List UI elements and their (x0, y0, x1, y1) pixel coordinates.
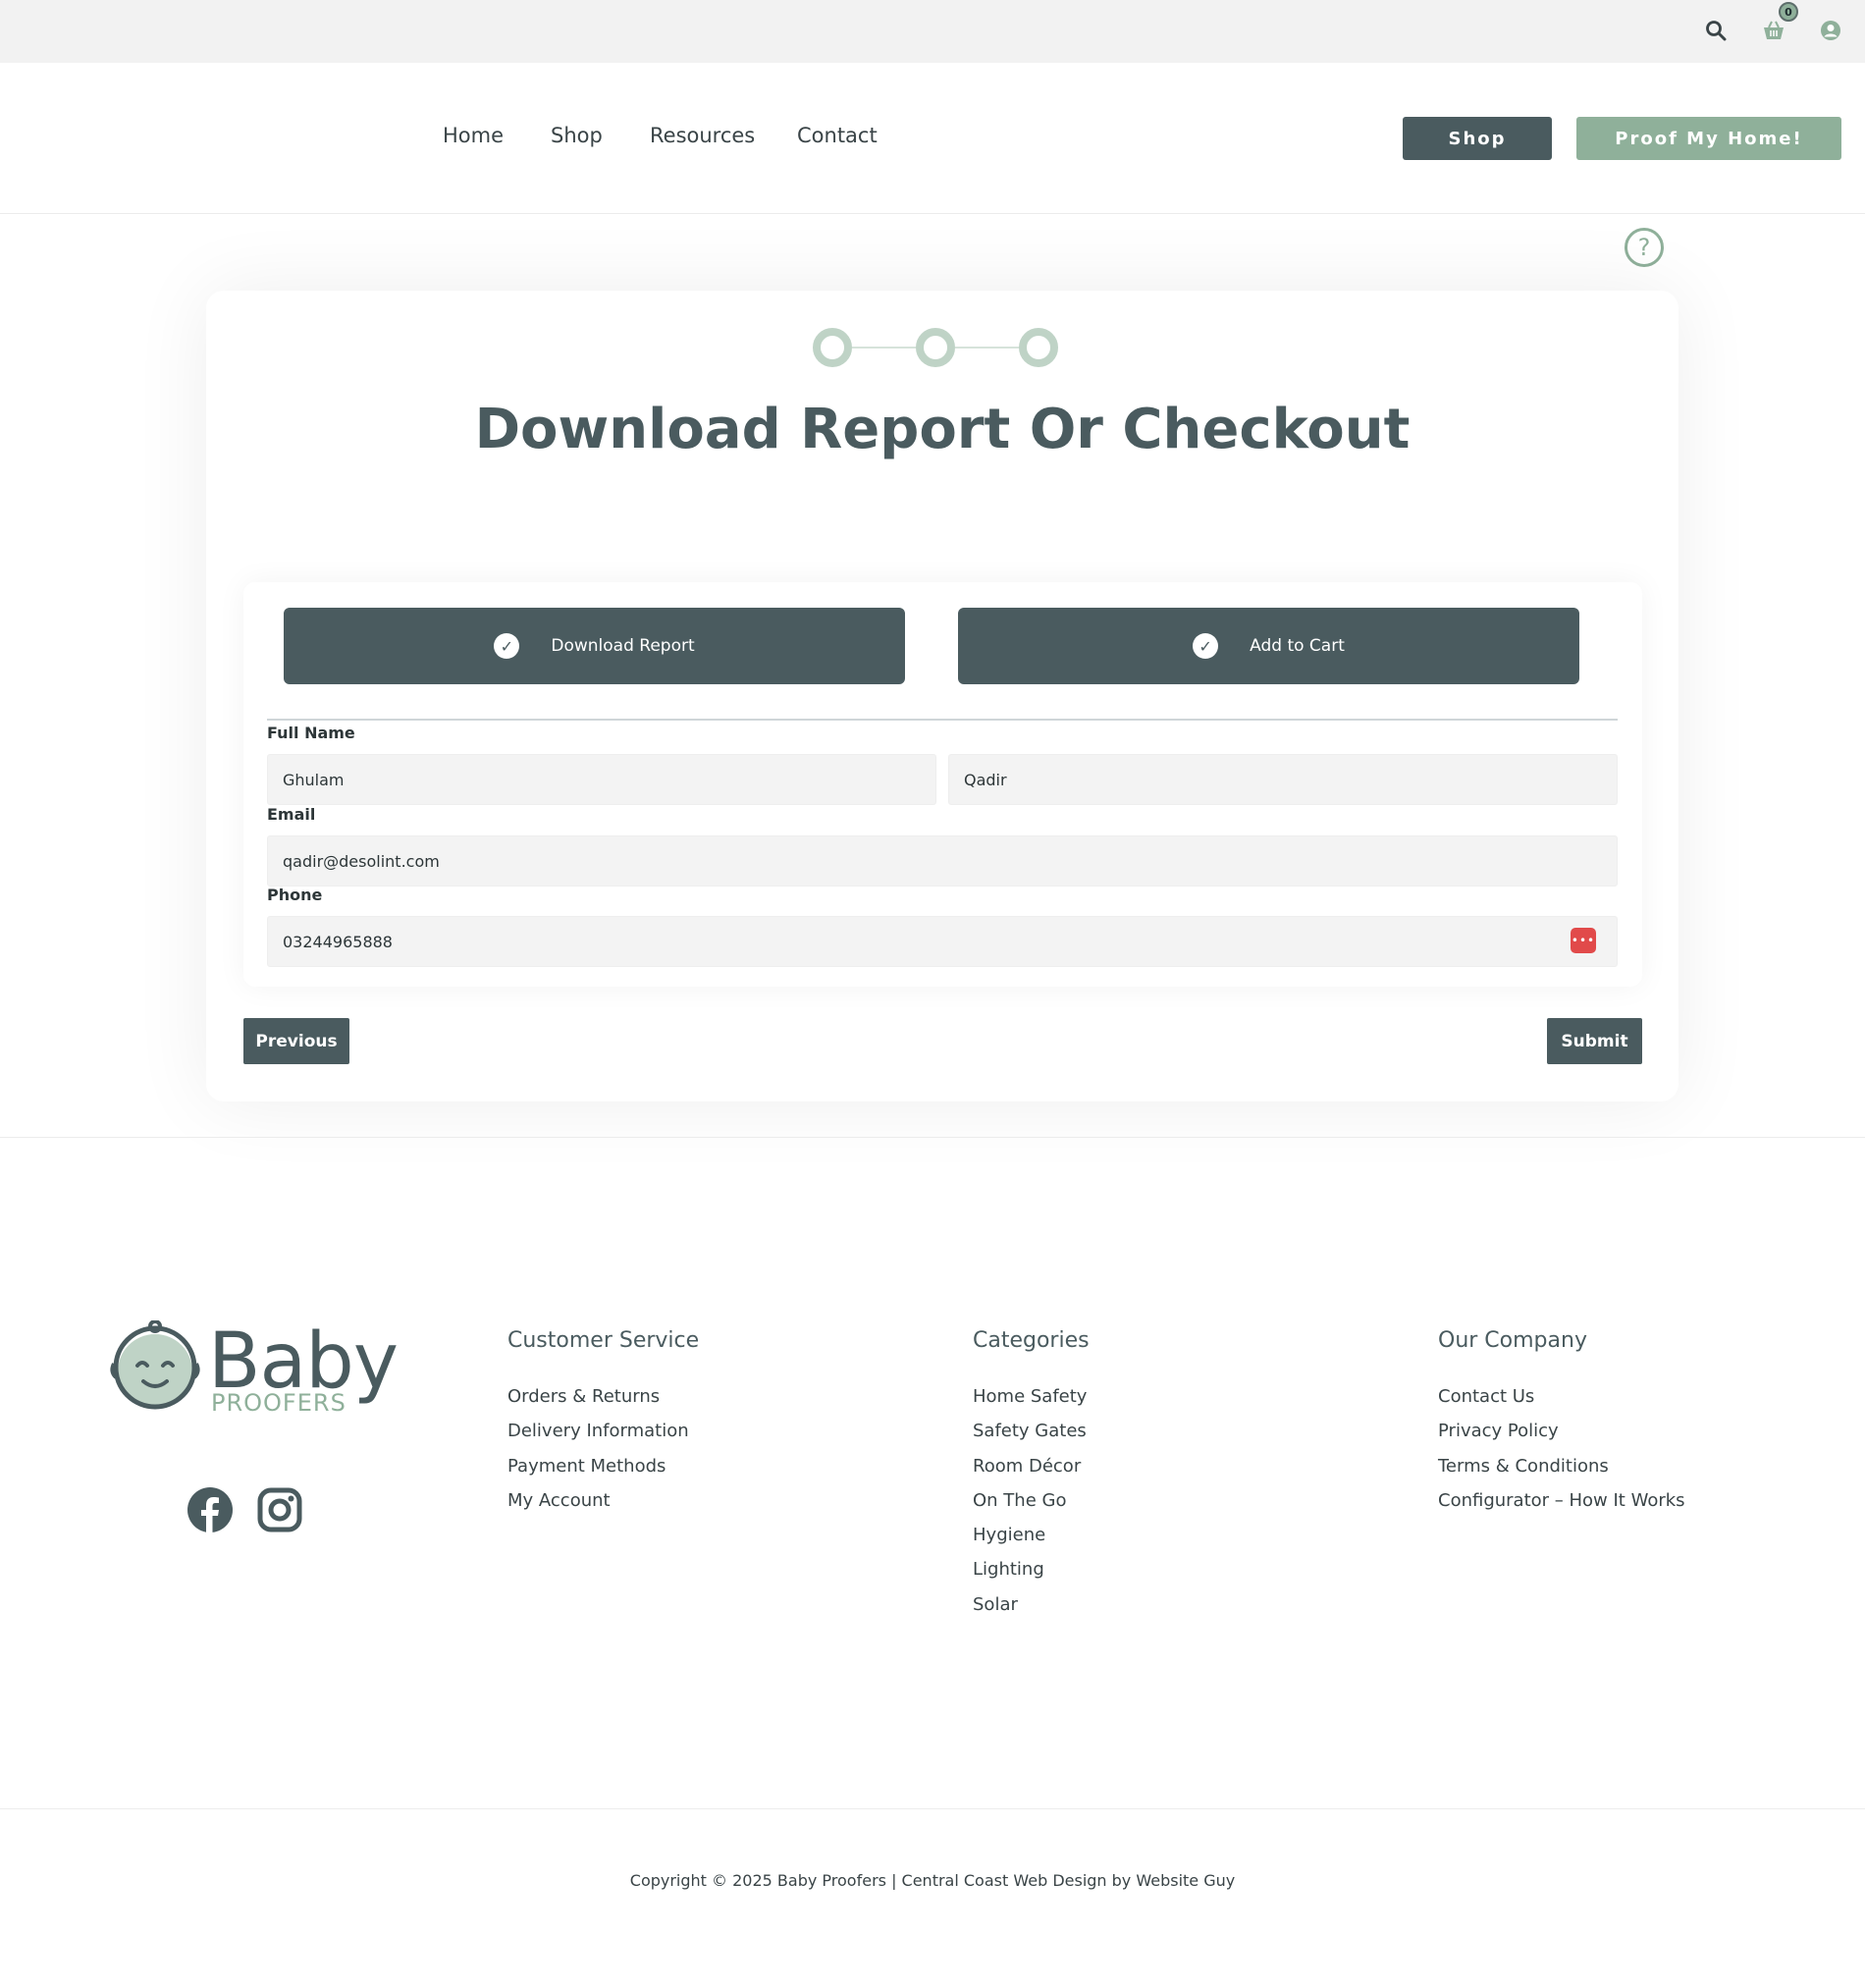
cart-count-badge: 0 (1779, 2, 1798, 22)
step-connector (852, 347, 916, 349)
footer-link[interactable]: Payment Methods (507, 1456, 689, 1490)
download-report-label: Download Report (551, 636, 695, 656)
download-report-option[interactable]: ✓ Download Report (284, 608, 905, 684)
footer-customer-service-title: Customer Service (507, 1328, 700, 1353)
nav-shop[interactable]: Shop (551, 124, 603, 147)
check-icon: ✓ (494, 633, 520, 659)
add-to-cart-label: Add to Cart (1250, 636, 1345, 656)
full-name-label: Full Name (267, 724, 355, 742)
user-icon[interactable] (1818, 18, 1843, 43)
footer-link[interactable]: Terms & Conditions (1438, 1456, 1685, 1490)
cart-icon[interactable] (1761, 18, 1786, 43)
submit-button[interactable]: Submit (1547, 1018, 1642, 1064)
help-icon[interactable]: ? (1625, 228, 1664, 267)
content-divider (0, 1137, 1865, 1138)
check-icon: ✓ (1193, 633, 1219, 659)
footer-link[interactable]: On The Go (973, 1490, 1087, 1525)
proof-my-home-button[interactable]: Proof My Home! (1576, 117, 1841, 160)
footer-link[interactable]: Privacy Policy (1438, 1421, 1685, 1455)
password-manager-icon[interactable]: ••• (1571, 928, 1596, 953)
step-connector (955, 347, 1019, 349)
footer-customer-service-list: Orders & Returns Delivery Information Pa… (507, 1386, 689, 1525)
nav-resources[interactable]: Resources (650, 124, 755, 147)
nav-contact[interactable]: Contact (797, 124, 878, 147)
form-divider (267, 719, 1618, 721)
footer-link[interactable]: Configurator – How It Works (1438, 1490, 1685, 1525)
footer-link[interactable]: My Account (507, 1490, 689, 1525)
email-label: Email (267, 805, 316, 824)
top-utility-bar: 0 (0, 0, 1865, 63)
footer-link[interactable]: Delivery Information (507, 1421, 689, 1455)
baby-face-icon (110, 1319, 200, 1410)
footer-link[interactable]: Home Safety (973, 1386, 1087, 1421)
instagram-icon[interactable] (256, 1486, 303, 1533)
footer-link[interactable]: Orders & Returns (507, 1386, 689, 1421)
email-field[interactable]: qadir@desolint.com (267, 835, 1618, 887)
last-name-field[interactable]: Qadir (948, 754, 1618, 805)
step-dot-1 (813, 328, 852, 367)
copyright-text: Copyright © 2025 Baby Proofers | Central… (629, 1871, 1236, 1890)
page-title: Download Report Or Checkout (474, 398, 1411, 461)
first-name-field[interactable]: Ghulam (267, 754, 936, 805)
footer-categories-title: Categories (973, 1328, 1090, 1353)
footer-link[interactable]: Hygiene (973, 1525, 1087, 1559)
shop-button[interactable]: Shop (1403, 117, 1552, 160)
footer-link[interactable]: Lighting (973, 1559, 1087, 1593)
search-icon[interactable] (1703, 18, 1729, 43)
phone-field[interactable]: 03244965888 (267, 916, 1618, 967)
footer-link[interactable]: Safety Gates (973, 1421, 1087, 1455)
main-header: Home Shop Resources Contact Shop Proof M… (0, 63, 1865, 214)
step-progress (813, 328, 1060, 367)
phone-label: Phone (267, 886, 323, 904)
footer-divider (0, 1808, 1865, 1809)
add-to-cart-option[interactable]: ✓ Add to Cart (958, 608, 1579, 684)
facebook-icon[interactable] (186, 1486, 234, 1533)
footer-link[interactable]: Contact Us (1438, 1386, 1685, 1421)
footer-our-company-list: Contact Us Privacy Policy Terms & Condit… (1438, 1386, 1685, 1525)
step-dot-3 (1019, 328, 1058, 367)
logo-subtitle: PROOFERS (211, 1389, 346, 1417)
nav-home[interactable]: Home (443, 124, 504, 147)
step-dot-2 (916, 328, 955, 367)
footer-link[interactable]: Solar (973, 1594, 1087, 1629)
footer-our-company-title: Our Company (1438, 1328, 1587, 1353)
previous-button[interactable]: Previous (243, 1018, 349, 1064)
footer-link[interactable]: Room Décor (973, 1456, 1087, 1490)
footer-categories-list: Home Safety Safety Gates Room Décor On T… (973, 1386, 1087, 1629)
